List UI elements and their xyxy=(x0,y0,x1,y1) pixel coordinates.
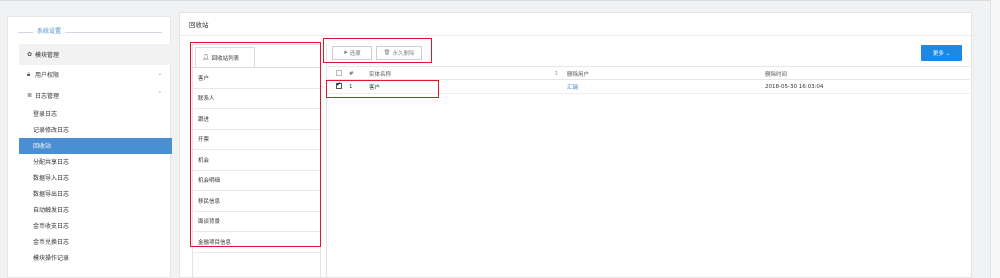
list-item[interactable]: 客户 xyxy=(193,68,320,89)
row-delete-user-link[interactable]: 汇瑞 xyxy=(567,83,578,91)
sidebar-subitem-login-log[interactable]: 登录日志 xyxy=(19,106,172,122)
vertical-scrollbar[interactable] xyxy=(990,0,1000,278)
sidebar-subitem-coin-exchange-log[interactable]: 金币兑换日志 xyxy=(19,234,172,250)
header-delete-time[interactable]: 删除时间 xyxy=(765,70,787,78)
sidebar-item-label: 用户权限 xyxy=(35,72,60,80)
sidebar-subitem-import-log[interactable]: 数据导入日志 xyxy=(19,170,172,186)
sidebar-subitem-record-modify-log[interactable]: 记录修改日志 xyxy=(19,122,172,138)
list-item[interactable]: 机会 xyxy=(193,150,320,171)
header-delete-user[interactable]: 删除用户 xyxy=(567,70,589,78)
trash-icon: 🗑︎ xyxy=(383,50,391,56)
list-item[interactable]: 联系人 xyxy=(193,89,320,109)
top-border xyxy=(0,0,1000,1)
sidebar-item-user-permissions[interactable]: 🔒︎ 用户权限 ⌄ xyxy=(19,65,172,86)
divider xyxy=(180,35,971,36)
sort-icon[interactable]: ↕ xyxy=(554,71,559,77)
sidebar-subitem-trigger-log[interactable]: 自动触发日志 xyxy=(19,202,172,218)
table-row[interactable]: 1 客户 汇瑞 2018-05-30 16:03:04 xyxy=(327,81,970,94)
user-icon: 👤︎ xyxy=(202,54,210,61)
header-entity-name[interactable]: 实体名称 xyxy=(369,70,391,78)
sidebar-subitem-export-log[interactable]: 数据导出日志 xyxy=(19,186,172,202)
sidebar: 系统设置 ✿ 模块管理 🔒︎ 用户权限 ⌄ ≣ 日志管理 ⌃ 登录日志 记录修改… xyxy=(7,16,172,278)
select-all-checkbox[interactable] xyxy=(336,69,342,78)
list-item[interactable]: 面谈背景 xyxy=(193,212,320,232)
header-num: # xyxy=(349,70,354,77)
sidebar-subitem-share-log[interactable]: 分配共享日志 xyxy=(19,154,172,170)
row-delete-time: 2018-05-30 16:03:04 xyxy=(765,84,824,90)
tab-label: 回收站列表 xyxy=(211,55,240,62)
sidebar-subitem-recycle-bin[interactable]: 回收站 xyxy=(19,137,172,154)
sidebar-item-label: 日志管理 xyxy=(35,92,60,100)
list-item[interactable]: 跟进 xyxy=(193,109,320,130)
sidebar-subitem-coin-log[interactable]: 金币收支日志 xyxy=(19,218,172,234)
list-item[interactable]: 机会明细 xyxy=(193,171,320,191)
sidebar-title-text: 系统设置 xyxy=(33,27,66,37)
row-checkbox[interactable] xyxy=(336,81,342,91)
more-button[interactable]: 更多 ⌄ xyxy=(921,45,962,61)
checkbox-box xyxy=(336,81,342,89)
gear-icon: ✿ xyxy=(27,50,33,58)
permanent-delete-button[interactable]: 🗑︎ 永久删除 xyxy=(376,46,422,60)
sidebar-item-log-management[interactable]: ≣ 日志管理 ⌃ xyxy=(19,85,172,106)
tab-recycle-list[interactable]: 👤︎ 回收站列表 xyxy=(195,47,255,67)
table-header: # 实体名称 ↕ 删除用户 删除时间 xyxy=(327,68,970,80)
toolbar: ➤ 还原 🗑︎ 永久删除 更多 ⌄ xyxy=(327,44,970,67)
restore-button[interactable]: ➤ 还原 xyxy=(332,46,372,60)
list-item[interactable]: 移民信息 xyxy=(193,191,320,212)
delete-button-label: 永久删除 xyxy=(392,51,415,57)
checkbox-box xyxy=(336,69,342,76)
entity-list-panel: 👤︎ 回收站列表 客户 联系人 跟进 开票 机会 机会明细 移民信息 面谈背景 … xyxy=(192,44,321,278)
chevron-up-icon: ⌃ xyxy=(157,91,162,97)
lock-icon: 🔒︎ xyxy=(27,70,31,78)
sidebar-item-module-management[interactable]: ✿ 模块管理 xyxy=(19,44,172,65)
sidebar-item-label: 模块管理 xyxy=(35,51,60,59)
list-item[interactable]: 开票 xyxy=(193,130,320,150)
entity-list: 客户 联系人 跟进 开票 机会 机会明细 移民信息 面谈背景 金融项目信息 xyxy=(193,68,320,253)
divider xyxy=(327,66,970,67)
row-entity-name: 客户 xyxy=(369,85,381,91)
restore-button-label: 还原 xyxy=(349,51,361,57)
chevron-down-icon: ⌄ xyxy=(157,70,162,77)
page-title: 回收站 xyxy=(189,21,209,29)
sidebar-title: 系统设置 xyxy=(18,27,162,37)
send-icon: ➤ xyxy=(343,50,348,56)
main-panel: 回收站 👤︎ 回收站列表 客户 联系人 跟进 开票 机会 机会明细 移民信息 面… xyxy=(179,12,972,278)
sidebar-menu: ✿ 模块管理 🔒︎ 用户权限 ⌄ ≣ 日志管理 ⌃ 登录日志 记录修改日志 回收… xyxy=(19,44,172,266)
row-num: 1 xyxy=(349,84,353,90)
sidebar-subitem-module-operation-log[interactable]: 模块操作记录 xyxy=(19,250,172,266)
recycle-content: ➤ 还原 🗑︎ 永久删除 更多 ⌄ # 实体名称 ↕ 删除用户 删除时间 1 客… xyxy=(326,44,970,278)
list-icon: ≣ xyxy=(27,91,33,99)
list-item[interactable]: 金融项目信息 xyxy=(193,232,320,253)
